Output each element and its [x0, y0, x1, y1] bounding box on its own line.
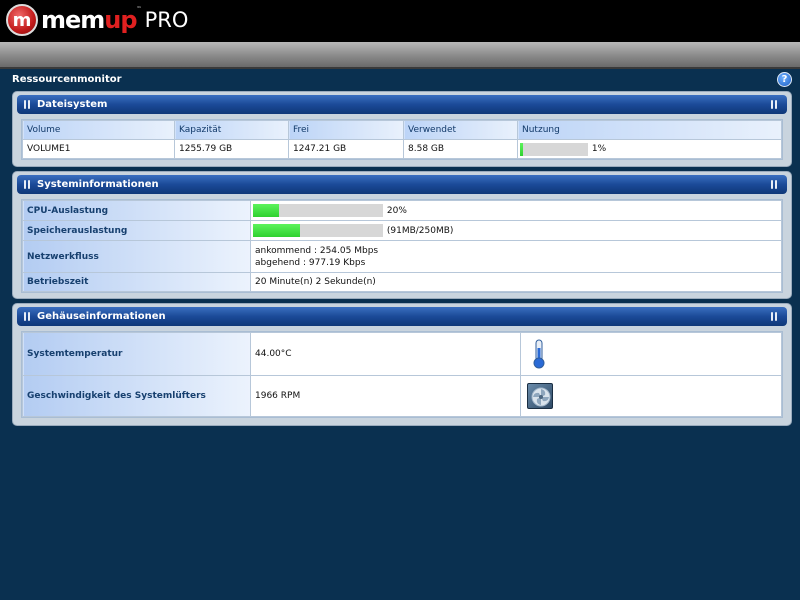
column-header-capacity[interactable]: Kapazität	[174, 120, 289, 140]
table-row[interactable]: VOLUME1 1255.79 GB 1247.21 GB 8.58 GB 1%	[22, 139, 782, 159]
column-header-free[interactable]: Frei	[288, 120, 404, 140]
collapse-grip-icon[interactable]	[771, 180, 780, 189]
brand-logo: m memup™ PRO	[6, 2, 188, 38]
cpu-usage-text: 20%	[386, 205, 407, 216]
usage-bar-fill	[520, 142, 523, 156]
page-title: Ressourcenmonitor	[12, 74, 122, 85]
network-flow-value: ankommend : 254.05 Mbps abgehend : 977.1…	[250, 240, 782, 273]
help-icon[interactable]: ?	[777, 72, 792, 87]
volume-capacity: 1255.79 GB	[174, 139, 289, 159]
network-incoming: ankommend : 254.05 Mbps	[255, 245, 379, 256]
network-flow-label: Netzwerkfluss	[22, 240, 251, 273]
enclosure-info-panel: Gehäuseinformationen Systemtemperatur 44…	[12, 303, 792, 426]
table-row: Geschwindigkeit des Systemlüfters 1966 R…	[22, 375, 782, 417]
filesystem-panel: Dateisystem Volume Kapazität Frei Verwen…	[12, 91, 792, 167]
logo-wordmark-part1: mem	[41, 6, 105, 34]
top-bar: m memup™ PRO	[0, 0, 800, 42]
system-info-table-container: CPU-Auslastung 20% Speicherauslastung (9…	[21, 199, 783, 293]
drag-grip-icon[interactable]	[24, 100, 33, 109]
filesystem-table-container: Volume Kapazität Frei Verwendet Nutzung …	[21, 119, 783, 160]
system-fan-icon-cell	[520, 375, 782, 417]
filesystem-panel-title: Dateisystem	[37, 99, 108, 110]
enclosure-info-panel-title: Gehäuseinformationen	[37, 311, 166, 322]
collapse-grip-icon[interactable]	[771, 312, 780, 321]
drag-grip-icon[interactable]	[24, 312, 33, 321]
memory-usage-bar	[253, 224, 383, 237]
usage-bar	[520, 142, 588, 156]
system-info-table: CPU-Auslastung 20% Speicherauslastung (9…	[22, 200, 782, 292]
network-outgoing: abgehend : 977.19 Kbps	[255, 257, 366, 268]
system-fan-value: 1966 RPM	[250, 375, 521, 417]
system-temperature-label: Systemtemperatur	[22, 332, 251, 376]
filesystem-panel-header[interactable]: Dateisystem	[17, 95, 787, 114]
cpu-usage-bar	[253, 204, 383, 217]
volume-name: VOLUME1	[22, 139, 175, 159]
filesystem-table: Volume Kapazität Frei Verwendet Nutzung …	[22, 120, 782, 159]
table-row: Betriebszeit 20 Minute(n) 2 Sekunde(n)	[22, 272, 782, 292]
column-header-usage[interactable]: Nutzung	[517, 120, 782, 140]
cpu-usage-bar-fill	[253, 204, 279, 217]
column-header-used[interactable]: Verwendet	[403, 120, 518, 140]
table-header-row: Volume Kapazität Frei Verwendet Nutzung	[22, 120, 782, 140]
enclosure-info-panel-header[interactable]: Gehäuseinformationen	[17, 307, 787, 326]
table-row: Speicherauslastung (91MB/250MB)	[22, 220, 782, 241]
system-info-panel-title: Systeminformationen	[37, 179, 159, 190]
volume-used: 8.58 GB	[403, 139, 518, 159]
table-row: Netzwerkfluss ankommend : 254.05 Mbps ab…	[22, 240, 782, 273]
logo-wordmark: memup™	[41, 6, 142, 34]
memory-usage-bar-fill	[253, 224, 301, 237]
volume-free: 1247.21 GB	[288, 139, 404, 159]
column-header-volume[interactable]: Volume	[22, 120, 175, 140]
thermometer-icon	[533, 339, 545, 369]
logo-badge-icon: m	[6, 4, 38, 36]
cpu-usage-value: 20%	[250, 200, 782, 221]
memory-usage-value: (91MB/250MB)	[250, 220, 782, 241]
usage-percent-text: 1%	[591, 144, 607, 154]
enclosure-info-table: Systemtemperatur 44.00°C Geschwindigkeit…	[22, 332, 782, 417]
system-info-panel: Systeminformationen CPU-Auslastung 20% S…	[12, 171, 792, 299]
uptime-value: 20 Minute(n) 2 Sekunde(n)	[250, 272, 782, 292]
system-info-panel-header[interactable]: Systeminformationen	[17, 175, 787, 194]
table-row: CPU-Auslastung 20%	[22, 200, 782, 221]
system-temperature-icon-cell	[520, 332, 782, 376]
logo-suffix: PRO	[144, 8, 189, 32]
table-row: Systemtemperatur 44.00°C	[22, 332, 782, 376]
fan-icon	[527, 383, 553, 409]
drag-grip-icon[interactable]	[24, 180, 33, 189]
system-temperature-value: 44.00°C	[250, 332, 521, 376]
memory-usage-text: (91MB/250MB)	[386, 225, 454, 236]
system-fan-label: Geschwindigkeit des Systemlüfters	[22, 375, 251, 417]
logo-trademark: ™	[136, 6, 142, 12]
enclosure-info-table-container: Systemtemperatur 44.00°C Geschwindigkeit…	[21, 331, 783, 418]
cpu-usage-label: CPU-Auslastung	[22, 200, 251, 221]
volume-usage: 1%	[517, 139, 782, 159]
memory-usage-label: Speicherauslastung	[22, 220, 251, 241]
logo-wordmark-part2: up	[104, 6, 137, 34]
menu-bar	[0, 42, 800, 69]
collapse-grip-icon[interactable]	[771, 100, 780, 109]
uptime-label: Betriebszeit	[22, 272, 251, 292]
